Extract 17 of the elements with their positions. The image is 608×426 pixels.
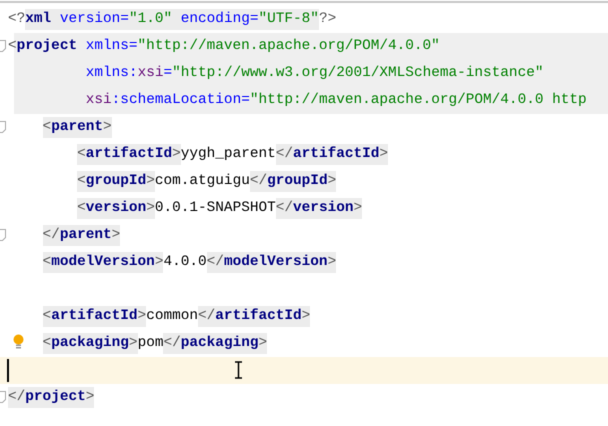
code-line: </project> xyxy=(0,384,608,411)
fold-icon[interactable] xyxy=(0,391,6,403)
text-cursor-icon xyxy=(234,361,243,379)
code-line: <artifactId>common</artifactId> xyxy=(0,303,608,330)
code-line: </parent> xyxy=(0,222,608,249)
fold-icon[interactable] xyxy=(0,40,6,52)
code-line: <packaging>pom</packaging> xyxy=(0,330,608,357)
code-line: <version>0.0.1-SNAPSHOT</version> xyxy=(0,195,608,222)
code-line: <groupId>com.atguigu</groupId> xyxy=(0,168,608,195)
code-line: <modelVersion>4.0.0</modelVersion> xyxy=(0,249,608,276)
code-line: <?xml version="1.0" encoding="UTF-8"?> xyxy=(0,6,608,33)
fold-icon[interactable] xyxy=(0,229,6,241)
lightbulb-icon[interactable] xyxy=(13,334,24,349)
code-line: <parent> xyxy=(0,114,608,141)
text-caret xyxy=(7,359,9,382)
code-line: <artifactId>yygh_parent</artifactId> xyxy=(0,141,608,168)
fold-icon[interactable] xyxy=(0,121,6,133)
